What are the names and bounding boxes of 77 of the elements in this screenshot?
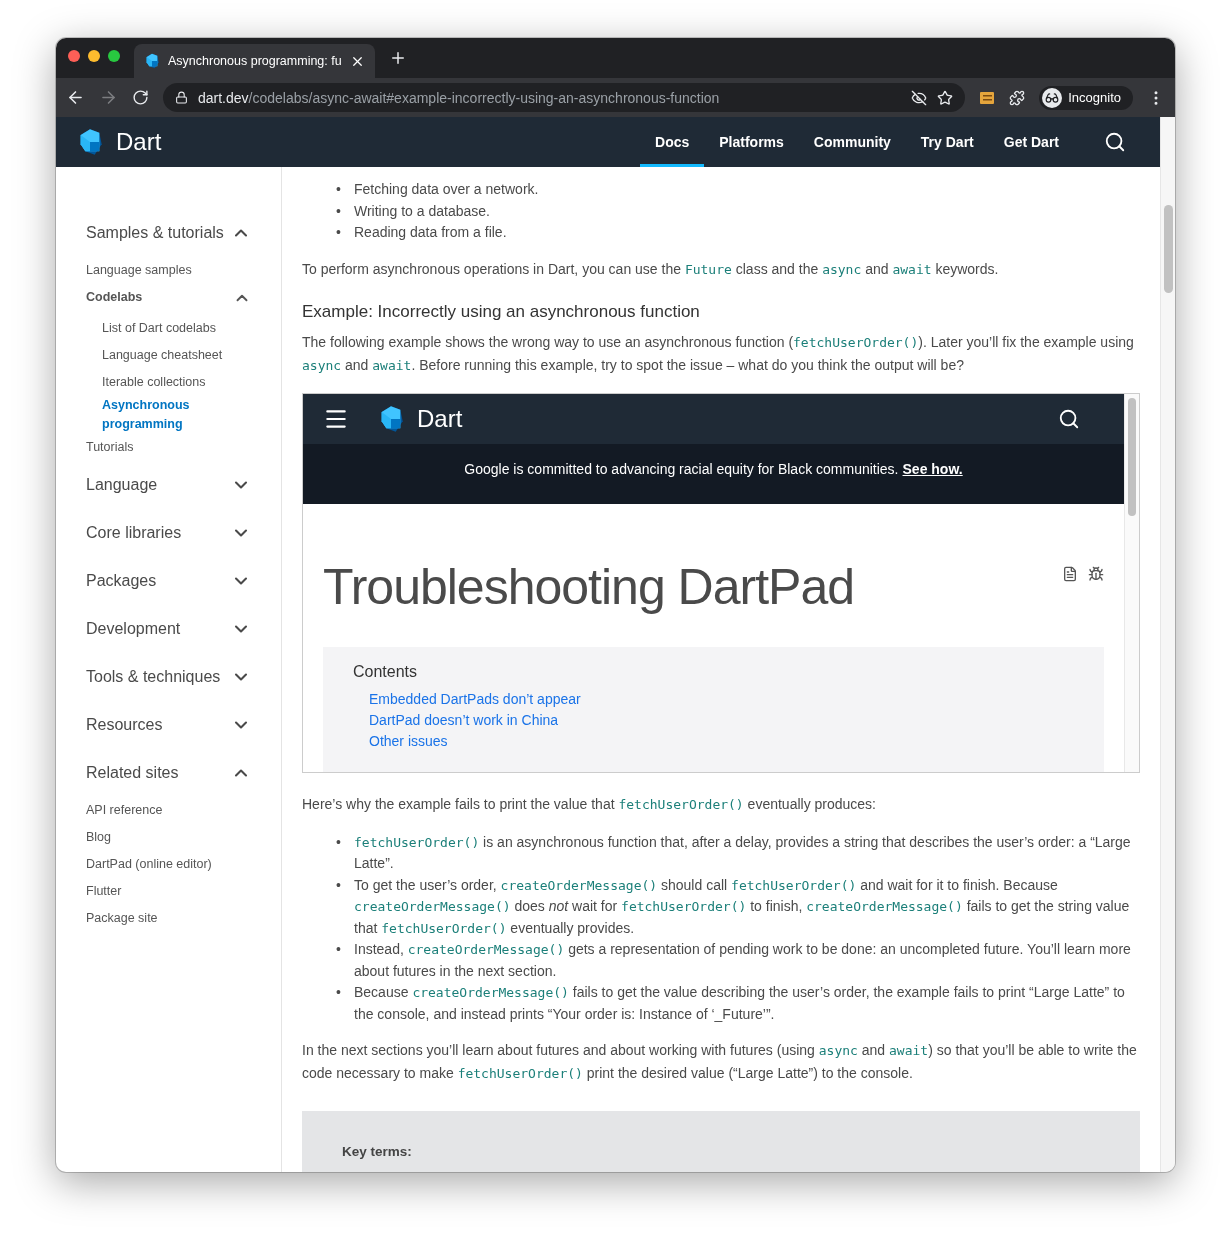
sidebar-item[interactable]: Iterable collections (86, 369, 251, 396)
lock-icon (175, 91, 188, 104)
brand-name: Dart (116, 128, 162, 156)
sidebar-item[interactable]: Tutorials (86, 434, 251, 461)
sidebar-item[interactable]: Codelabs (86, 284, 251, 311)
sidebar-section[interactable]: Development (86, 605, 251, 653)
dart-logo-icon (144, 53, 160, 69)
nav-tab[interactable]: Community (798, 117, 906, 167)
brand-name: Dart (417, 407, 463, 430)
reload-icon[interactable] (132, 89, 149, 106)
sidebar-section[interactable]: Tools & techniques (86, 653, 251, 701)
sidebar-section[interactable]: Core libraries (86, 509, 251, 557)
sidebar-item[interactable]: DartPad (online editor) (86, 851, 251, 878)
tab-title: Asynchronous programming: fu (168, 54, 342, 68)
puzzle-icon[interactable] (1009, 89, 1026, 106)
nav-tab[interactable]: Get Dart (988, 117, 1074, 167)
scrollbar[interactable] (1160, 117, 1175, 1172)
incognito-icon (1045, 90, 1060, 105)
nav-tab[interactable]: Platforms (704, 117, 799, 167)
sidebar-section[interactable]: Packages (86, 557, 251, 605)
sidebar-item[interactable]: Flutter (86, 878, 251, 905)
bullet-item: Writing to a database. (354, 201, 491, 221)
address-bar[interactable]: dart.dev/codelabs/async-await#example-incorrectly-using-an-asynchronous-function (163, 83, 966, 112)
bullet-marker: • (336, 940, 342, 959)
page-title: Troubleshooting DartPad (323, 558, 855, 617)
browser-tab[interactable]: Asynchronous programming: fu (134, 44, 375, 78)
bullet-item: To get the user’s order, createOrderMessage() should call fetchUserOrder() and wait for it to finish. Because createOrderMessage() does not wait for fetchUserOrder() to finish, createOrderMessage() fails to get the string value that fetchUserOrder() eventually provides. (354, 875, 1131, 938)
window-zoom-button[interactable] (108, 50, 120, 62)
contents-link[interactable]: Embedded DartPads don’t appear (369, 688, 581, 710)
nav-tab[interactable]: Docs (640, 117, 705, 167)
bullet-marker: • (336, 832, 342, 852)
star-icon[interactable] (937, 89, 954, 106)
banner-text: Google is committed to advancing racial equity for Black communities. (464, 459, 899, 479)
sidebar-item[interactable]: API reference (86, 797, 251, 824)
sidebar-section[interactable]: Language (86, 461, 251, 509)
paragraph: The following example shows the wrong way to use an asynchronous function (fetchUserOrder()). Later you’ll fix the example using async and await. Before running this example, try to spot the issue – what do you think the output will be? (302, 332, 1135, 375)
sidebar-item[interactable]: List of Dart codelabs (86, 315, 251, 342)
scrollbar[interactable] (1124, 393, 1139, 772)
nav-tab[interactable]: Try Dart (905, 117, 989, 167)
sidebar-item[interactable]: Blog (86, 824, 251, 851)
sidebar-section[interactable]: Resources (86, 701, 251, 749)
sidebar-section[interactable]: Related sites (86, 749, 251, 797)
window-close-button[interactable] (68, 50, 80, 62)
section-heading: Example: Incorrectly using an asynchronous function (302, 300, 701, 323)
bullet-marker: • (336, 180, 342, 199)
back-icon[interactable] (66, 88, 85, 107)
paragraph: Here’s why the example fails to print the value that fetchUserOrder() eventually produces: (302, 794, 877, 814)
sidebar-item[interactable]: Language cheatsheet (86, 342, 251, 369)
bullet-item: Because createOrderMessage() fails to get the value describing the user’s order, the example fails to print “Large Latte” to the console, and instead prints “Your order is: Instance of ‘_Future’”. (354, 983, 1126, 1024)
callout-title: Key terms: (342, 1143, 413, 1161)
bullet-item: fetchUserOrder() is an asynchronous function that, after a delay, provides a string that describes the user’s order: a “Large Latte”. (354, 832, 1132, 873)
search-icon[interactable] (1058, 407, 1080, 430)
paragraph: In the next sections you’ll learn about futures and about working with futures (using async and await) so that you’ll be able to write the code necessary to make fetchUserOrder() print the desired value (“Large Latte”) to the console. (302, 1041, 1138, 1083)
sidebar-item[interactable]: Package site (86, 905, 251, 932)
bug-icon[interactable] (1088, 566, 1104, 582)
eye-off-icon[interactable] (911, 89, 928, 106)
bullet-marker: • (336, 223, 342, 242)
bullet-marker: • (336, 201, 342, 221)
sidebar-item[interactable]: Language samples (86, 257, 251, 284)
contents-link[interactable]: Other issues (369, 730, 448, 752)
contents-link[interactable]: DartPad doesn’t work in China (369, 709, 559, 731)
sidebar-item[interactable]: Asynchronous programming (86, 396, 251, 434)
window-minimize-button[interactable] (88, 50, 100, 62)
document-icon[interactable] (1062, 566, 1078, 582)
banner-link[interactable]: See how. (902, 457, 963, 504)
bullet-marker: • (336, 983, 342, 1002)
paragraph: To perform asynchronous operations in Dart, you can use the Future class and the async and await keywords. (302, 259, 1000, 279)
bullet-item: Fetching data over a network. (354, 180, 540, 199)
notebook-icon[interactable] (979, 89, 996, 106)
bullet-item: Reading data from a file. (354, 223, 508, 242)
sidebar-section[interactable]: Samples & tutorials (86, 209, 251, 257)
search-icon[interactable] (1104, 131, 1126, 153)
contents-title: Contents (353, 661, 419, 682)
forward-icon[interactable] (99, 88, 118, 107)
bullet-item: Instead, createOrderMessage() gets a representation of pending work to be done: an uncompleted future. You’ll learn more about futures in the next section. (354, 940, 1132, 981)
profile-button[interactable]: Incognito (1039, 85, 1133, 110)
bullet-marker: • (336, 875, 342, 895)
